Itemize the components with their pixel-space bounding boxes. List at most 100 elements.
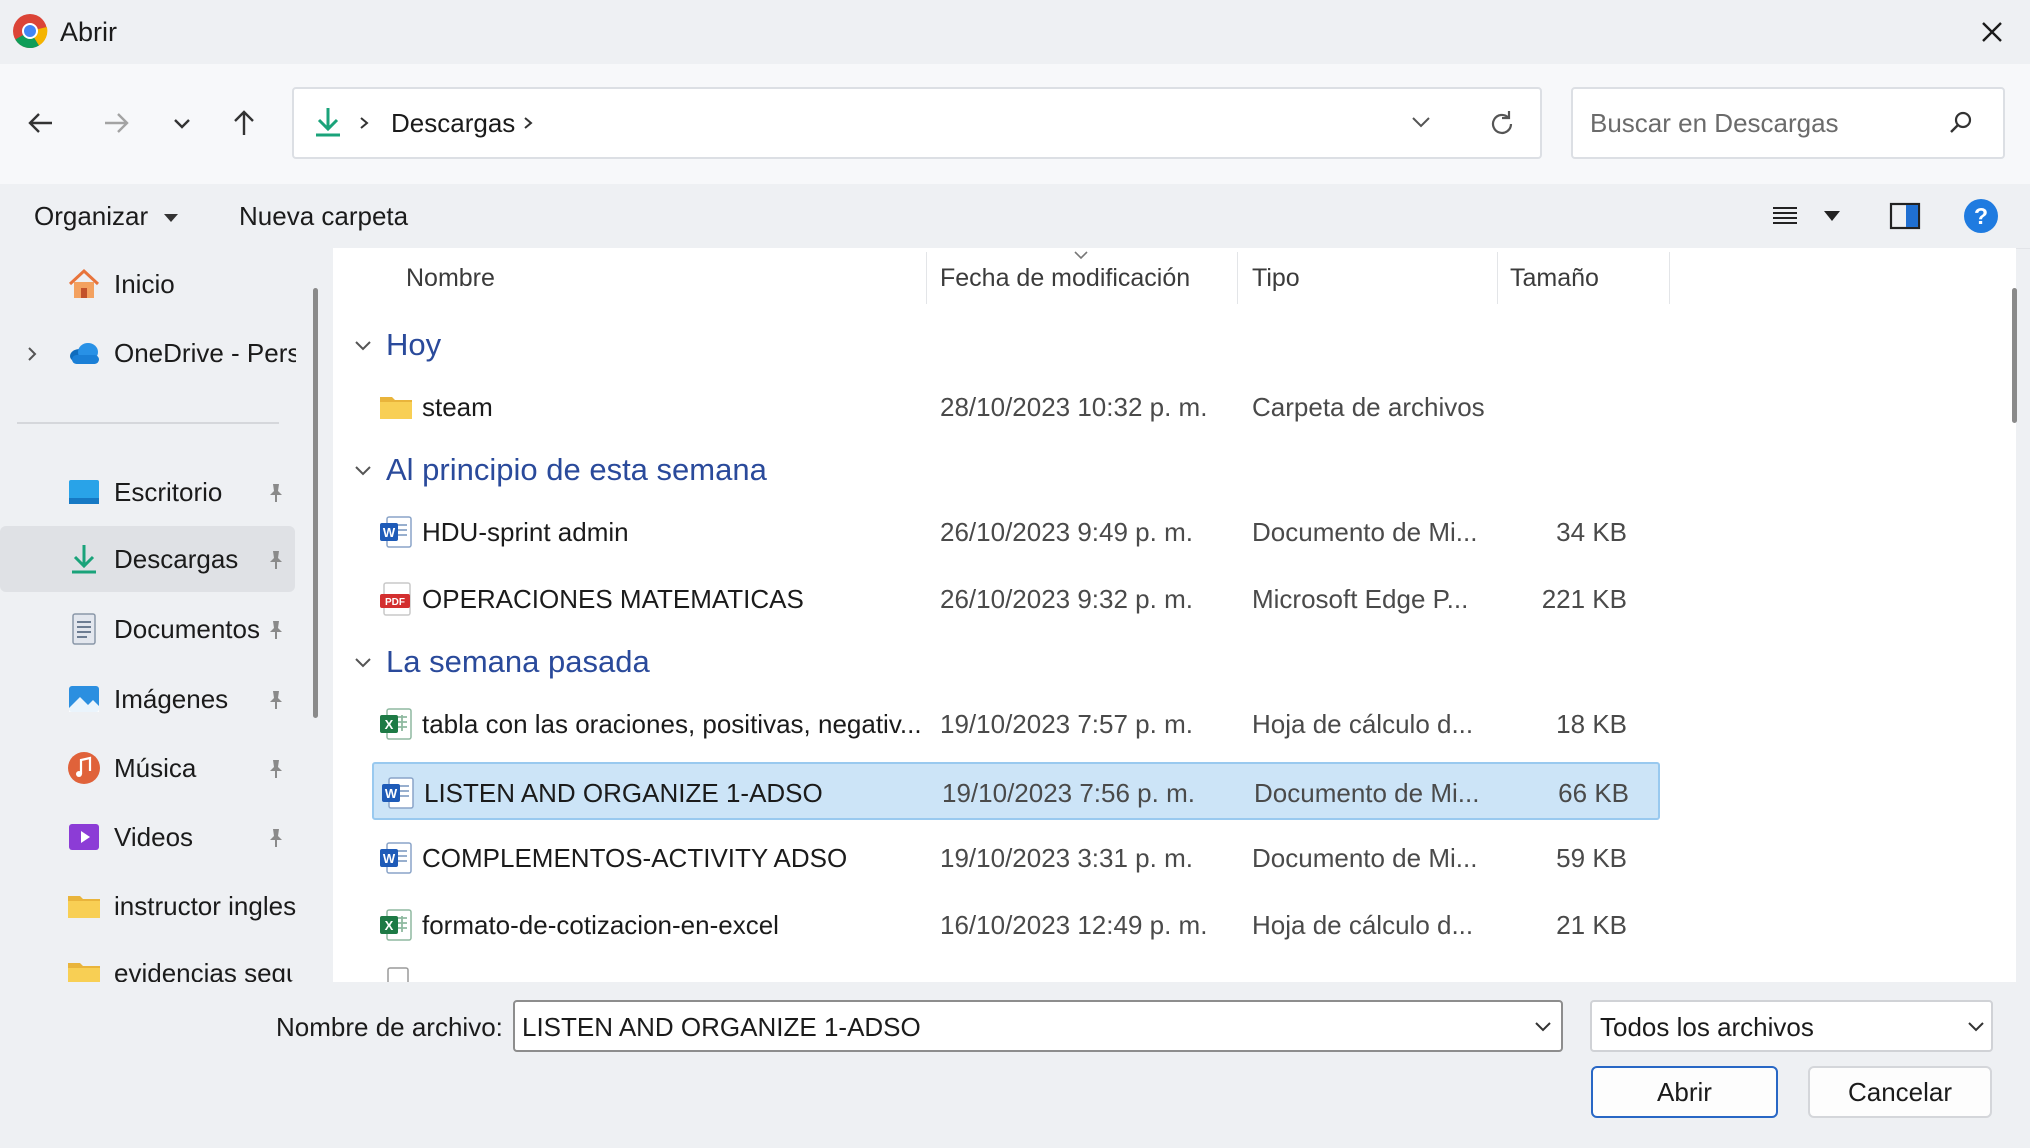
column-header-name[interactable]: Nombre bbox=[406, 258, 495, 304]
address-history-chevron-icon[interactable] bbox=[1408, 112, 1434, 132]
file-row[interactable]: W COMPLEMENTOS-ACTIVITY ADSO 19/10/2023 … bbox=[372, 829, 1660, 887]
column-header-size[interactable]: Tamaño bbox=[1510, 258, 1599, 304]
pin-icon[interactable] bbox=[264, 757, 288, 781]
file-name: LISTEN AND ORGANIZE 1-ADSO bbox=[424, 778, 823, 808]
file-date: 26/10/2023 9:49 p. m. bbox=[940, 517, 1193, 547]
sidebar-scrollbar[interactable] bbox=[313, 288, 318, 718]
view-list-icon[interactable] bbox=[1770, 201, 1800, 231]
file-size: 66 KB bbox=[1558, 778, 1629, 808]
excel-icon: X bbox=[380, 708, 412, 740]
file-date: 19/10/2023 3:31 p. m. bbox=[940, 843, 1193, 873]
window-title: Abrir bbox=[60, 17, 118, 47]
pin-icon[interactable] bbox=[264, 548, 288, 572]
organize-button[interactable]: Organizar bbox=[34, 196, 179, 236]
group-collapse-chevron-icon[interactable] bbox=[351, 334, 375, 358]
group-header-semana-pasada[interactable]: La semana pasada bbox=[386, 640, 650, 684]
word-icon: W bbox=[380, 842, 412, 874]
pictures-icon bbox=[69, 686, 99, 712]
column-separator[interactable] bbox=[1237, 252, 1238, 304]
svg-text:?: ? bbox=[1974, 203, 1988, 229]
cancel-button[interactable]: Cancelar bbox=[1808, 1066, 1992, 1118]
dropdown-caret-icon bbox=[164, 214, 179, 223]
sidebar-item-videos[interactable]: Videos bbox=[0, 804, 295, 870]
sidebar-item-label: evidencias segu bbox=[114, 958, 295, 982]
file-type: Documento de Mi... bbox=[1254, 778, 1480, 808]
sidebar-item-imagenes[interactable]: Imágenes bbox=[0, 666, 295, 732]
title-bar bbox=[0, 0, 2030, 64]
file-icon bbox=[387, 967, 409, 982]
file-size: 21 KB bbox=[1556, 910, 1627, 940]
pin-icon[interactable] bbox=[264, 618, 288, 642]
svg-text:PDF: PDF bbox=[385, 597, 405, 608]
file-type: Hoja de cálculo d... bbox=[1252, 910, 1474, 940]
filename-label: Nombre de archivo: bbox=[276, 1012, 503, 1042]
recent-locations-chevron-icon[interactable] bbox=[157, 98, 207, 148]
preview-pane-icon[interactable] bbox=[1889, 201, 1921, 231]
breadcrumb-descargas[interactable]: Descargas bbox=[391, 105, 515, 141]
column-header-date[interactable]: Fecha de modificación bbox=[940, 258, 1190, 304]
word-icon: W bbox=[382, 777, 414, 809]
sidebar-item-musica[interactable]: Música bbox=[0, 735, 295, 801]
sidebar-item-descargas[interactable]: Descargas bbox=[0, 526, 295, 592]
sidebar-item-documentos[interactable]: Documentos bbox=[0, 596, 295, 662]
pin-icon[interactable] bbox=[264, 826, 288, 850]
sidebar-item-evidencias[interactable]: evidencias segu bbox=[0, 940, 295, 982]
file-row[interactable]: X formato-de-cotizacion-en-excel 16/10/2… bbox=[372, 896, 1660, 954]
pin-icon[interactable] bbox=[264, 688, 288, 712]
organize-label: Organizar bbox=[34, 201, 149, 231]
refresh-icon[interactable] bbox=[1484, 106, 1520, 142]
file-row[interactable]: X tabla con las oraciones, positivas, ne… bbox=[372, 695, 1660, 753]
column-separator[interactable] bbox=[926, 252, 927, 304]
forward-arrow-icon[interactable] bbox=[91, 98, 141, 148]
file-row[interactable]: W HDU-sprint admin 26/10/2023 9:49 p. m.… bbox=[372, 503, 1660, 561]
desktop-icon bbox=[69, 480, 99, 504]
group-collapse-chevron-icon[interactable] bbox=[351, 651, 375, 675]
pin-icon[interactable] bbox=[264, 481, 288, 505]
file-row-selected[interactable]: W LISTEN AND ORGANIZE 1-ADSO 19/10/2023 … bbox=[372, 762, 1660, 820]
videos-icon bbox=[69, 824, 99, 850]
file-type: Microsoft Edge P... bbox=[1252, 584, 1469, 614]
file-type-filter-value[interactable]: Todos los archivos bbox=[1600, 1009, 1814, 1045]
open-button[interactable]: Abrir bbox=[1591, 1066, 1778, 1118]
file-row[interactable]: PDF OPERACIONES MATEMATICAS 26/10/2023 9… bbox=[372, 570, 1660, 628]
sidebar-item-inicio[interactable]: Inicio bbox=[0, 251, 295, 317]
back-arrow-icon[interactable] bbox=[16, 98, 66, 148]
column-header-type[interactable]: Tipo bbox=[1252, 258, 1300, 304]
documents-icon bbox=[72, 613, 96, 645]
close-icon[interactable] bbox=[1968, 8, 2016, 56]
file-size: 59 KB bbox=[1556, 843, 1627, 873]
svg-text:W: W bbox=[383, 851, 396, 866]
file-date: 19/10/2023 7:57 p. m. bbox=[940, 709, 1193, 739]
up-arrow-icon[interactable] bbox=[219, 98, 269, 148]
filter-dropdown-chevron-icon[interactable] bbox=[1965, 1020, 1987, 1034]
view-options-caret-icon[interactable] bbox=[1823, 210, 1841, 222]
chrome-logo-icon bbox=[13, 14, 48, 49]
help-icon[interactable]: ? bbox=[1963, 198, 1999, 234]
file-list-scrollbar[interactable] bbox=[2012, 288, 2017, 423]
file-type: Documento de Mi... bbox=[1252, 517, 1478, 547]
filename-value[interactable]: LISTEN AND ORGANIZE 1-ADSO bbox=[522, 1009, 921, 1045]
breadcrumb-chevron-icon[interactable] bbox=[520, 114, 536, 132]
file-date: 16/10/2023 12:49 p. m. bbox=[940, 910, 1208, 940]
file-type: Hoja de cálculo d... bbox=[1252, 709, 1474, 739]
downloads-icon bbox=[316, 108, 340, 137]
search-icon[interactable] bbox=[1946, 108, 1976, 138]
group-header-esta-semana[interactable]: Al principio de esta semana bbox=[386, 448, 767, 492]
group-header-hoy[interactable]: Hoy bbox=[386, 323, 441, 367]
file-row[interactable]: steam 28/10/2023 10:32 p. m. Carpeta de … bbox=[372, 378, 1660, 436]
new-folder-button[interactable]: Nueva carpeta bbox=[239, 196, 408, 236]
svg-text:W: W bbox=[383, 525, 396, 540]
svg-text:X: X bbox=[385, 918, 394, 933]
column-separator[interactable] bbox=[1497, 252, 1498, 304]
filename-dropdown-chevron-icon[interactable] bbox=[1532, 1020, 1554, 1034]
file-type: Documento de Mi... bbox=[1252, 843, 1478, 873]
music-icon bbox=[68, 752, 100, 784]
group-collapse-chevron-icon[interactable] bbox=[351, 459, 375, 483]
file-name: formato-de-cotizacion-en-excel bbox=[422, 910, 779, 940]
sidebar-item-instructor-ingles[interactable]: instructor ingles bbox=[0, 873, 296, 939]
column-separator[interactable] bbox=[1669, 252, 1670, 304]
file-date: 19/10/2023 7:56 p. m. bbox=[942, 778, 1195, 808]
svg-text:W: W bbox=[385, 786, 398, 801]
sidebar-item-escritorio[interactable]: Escritorio bbox=[0, 459, 295, 525]
sidebar-item-onedrive[interactable]: OneDrive - Personal bbox=[0, 320, 296, 386]
